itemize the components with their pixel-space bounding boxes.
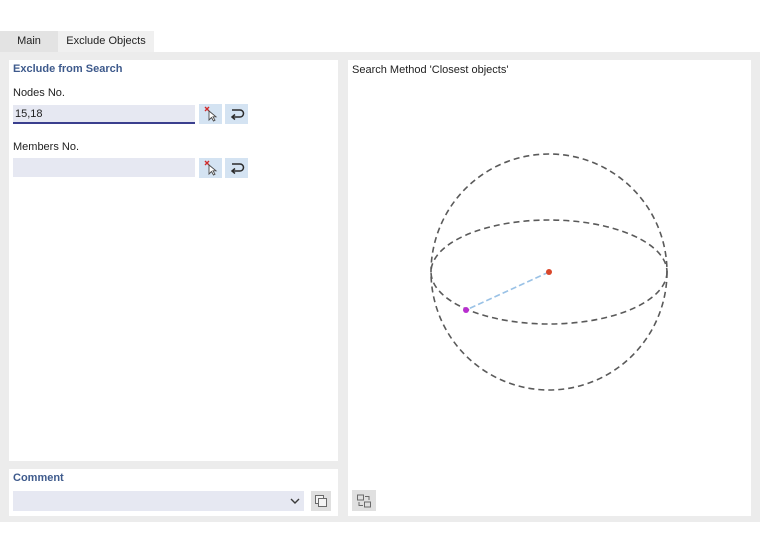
comment-panel: Comment <box>9 469 338 516</box>
members-label: Members No. <box>13 141 80 153</box>
nodes-label: Nodes No. <box>13 87 65 99</box>
exclude-panel: Exclude from Search Nodes No. 15,18 Memb… <box>9 60 338 461</box>
chevron-down-icon[interactable] <box>289 495 301 507</box>
diagram-panel: Search Method 'Closest objects' <box>348 60 751 516</box>
nodes-input[interactable]: 15,18 <box>13 105 195 124</box>
tab-exclude-objects[interactable]: Exclude Objects <box>58 31 154 52</box>
distance-connector <box>465 271 550 311</box>
center-point <box>546 269 552 275</box>
undo-arrow-icon <box>230 109 244 121</box>
closest-object-point <box>463 307 469 313</box>
exclude-section-title: Exclude from Search <box>13 63 123 75</box>
closest-objects-diagram <box>430 153 668 391</box>
nodes-select-button[interactable] <box>199 104 222 124</box>
members-input[interactable] <box>13 158 195 177</box>
copy-icon <box>315 495 327 507</box>
members-select-button[interactable] <box>199 158 222 178</box>
tab-main[interactable]: Main <box>0 31 58 52</box>
undo-arrow-icon <box>230 163 244 175</box>
diagram-swap-button[interactable] <box>352 490 376 511</box>
members-reset-button[interactable] <box>225 158 248 178</box>
nodes-reset-button[interactable] <box>225 104 248 124</box>
swap-icon <box>357 494 371 507</box>
select-pointer-icon <box>204 106 217 122</box>
comment-section-title: Comment <box>13 472 64 484</box>
select-pointer-icon <box>204 160 217 176</box>
comment-combobox[interactable] <box>13 491 304 511</box>
tab-bar: Main Exclude Objects <box>0 31 154 52</box>
comment-copy-button[interactable] <box>311 491 331 511</box>
